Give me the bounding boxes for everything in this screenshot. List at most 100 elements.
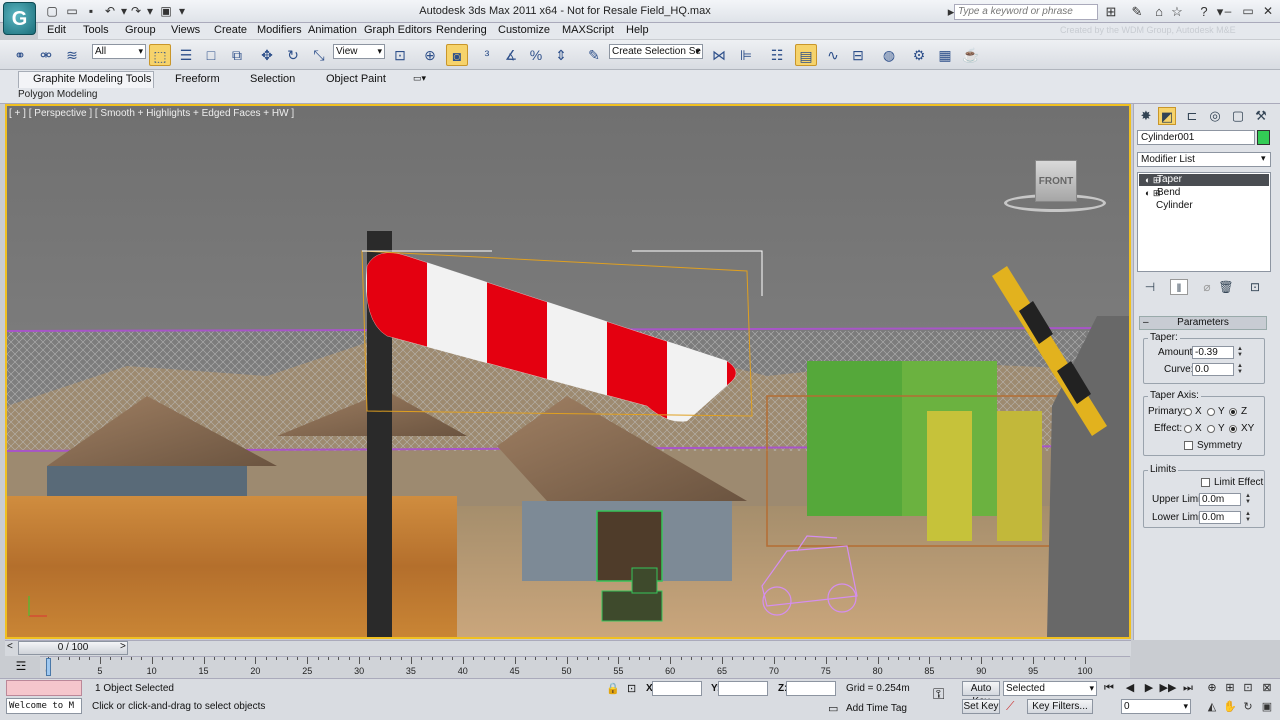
select-and-manipulate-icon[interactable]: ⊕	[419, 44, 441, 66]
stack-item-cylinder[interactable]: Cylinder	[1139, 200, 1269, 212]
tab-object-paint[interactable]: Object Paint	[326, 73, 386, 87]
pan-view-icon[interactable]: ✋	[1221, 700, 1239, 715]
menu-views[interactable]: Views	[171, 24, 200, 36]
render-setup-icon[interactable]: ⚙	[908, 44, 930, 66]
align-icon[interactable]: ⊫	[735, 44, 757, 66]
limit-effect-checkbox[interactable]	[1201, 478, 1210, 487]
y-coord-field[interactable]	[718, 681, 768, 696]
hierarchy-tab-icon[interactable]: ⊏	[1183, 107, 1201, 125]
viewcube[interactable]: FRONT	[1035, 160, 1077, 202]
maxscript-listener-output[interactable]	[6, 680, 82, 696]
menu-edit[interactable]: Edit	[47, 24, 66, 36]
utilities-tab-icon[interactable]: ⚒	[1252, 107, 1270, 125]
menu-customize[interactable]: Customize	[498, 24, 550, 36]
menu-rendering[interactable]: Rendering	[436, 24, 487, 36]
modifier-list-arrow-icon[interactable]: ▾	[1261, 153, 1266, 164]
current-frame-marker[interactable]	[46, 658, 51, 676]
layer-manager-icon[interactable]: ☷	[766, 44, 788, 66]
communication-center-icon[interactable]: ✎	[1128, 4, 1146, 20]
zoom-extents-all-icon[interactable]: ⊠	[1258, 681, 1276, 696]
time-tag-icon[interactable]: ▭	[828, 702, 838, 715]
play-icon[interactable]: ▶	[1140, 681, 1158, 696]
select-by-name-icon[interactable]: ☰	[175, 44, 197, 66]
current-frame-field[interactable]: 0	[1121, 699, 1191, 714]
maxscript-listener-input[interactable]: Welcome to M	[6, 698, 82, 714]
material-editor-icon[interactable]: ◍	[878, 44, 900, 66]
object-color-swatch[interactable]	[1257, 130, 1270, 145]
schematic-view-icon[interactable]: ⊟	[847, 44, 869, 66]
curve-spinner-arrows-icon[interactable]: ▲ ▼	[1236, 363, 1244, 376]
primary-z-radio[interactable]	[1229, 408, 1237, 416]
modify-tab-icon[interactable]: ◩	[1158, 107, 1176, 125]
curve-editor-icon[interactable]: ∿	[822, 44, 844, 66]
pivot-center-icon[interactable]: ⊡	[389, 44, 411, 66]
menu-create[interactable]: Create	[214, 24, 247, 36]
pin-stack-icon[interactable]: ⊣	[1141, 279, 1159, 295]
named-selection-sets-dropdown[interactable]: Create Selection Se	[609, 44, 703, 59]
effect-xy-radio[interactable]	[1229, 425, 1237, 433]
percent-snap-icon[interactable]: %	[525, 44, 547, 66]
selection-filter-dropdown[interactable]: All	[92, 44, 146, 59]
field-of-view-icon[interactable]: ◭	[1203, 700, 1221, 715]
menu-tools[interactable]: Tools	[83, 24, 109, 36]
object-name-field[interactable]: Cylinder001	[1137, 130, 1255, 145]
new-file-icon[interactable]: ▢	[44, 4, 60, 19]
parameters-rollout-header[interactable]: – Parameters	[1139, 316, 1267, 330]
tab-graphite-modeling-tools[interactable]: Graphite Modeling Tools	[33, 73, 151, 87]
select-and-link-icon[interactable]: ⚭	[9, 44, 31, 66]
go-to-start-icon[interactable]: ⏮	[1100, 681, 1118, 696]
angle-snap-icon[interactable]: ∡	[500, 44, 522, 66]
zoom-all-icon[interactable]: ⊞	[1221, 681, 1239, 696]
menu-maxscript[interactable]: MAXScript	[562, 24, 614, 36]
menu-group[interactable]: Group	[125, 24, 156, 36]
time-slider-thumb[interactable]: 0 / 100	[18, 641, 128, 655]
lower-limit-spinner[interactable]: 0.0m	[1199, 511, 1241, 524]
save-file-icon[interactable]: ▪	[83, 4, 99, 19]
quick-access-dropdown-icon[interactable]: ▾	[174, 4, 190, 19]
absolute-mode-icon[interactable]: ⊡	[627, 682, 636, 695]
spinner-snap-icon[interactable]: ⇕	[550, 44, 572, 66]
next-frame-icon[interactable]: ▶▶	[1159, 681, 1177, 696]
motion-tab-icon[interactable]: ◎	[1206, 107, 1224, 125]
minimize-button[interactable]: –	[1218, 2, 1238, 20]
binoculars-icon[interactable]: ⊞	[1102, 4, 1120, 20]
time-slider-next-icon[interactable]: >	[120, 641, 126, 652]
redo-dropdown-icon[interactable]: ▾	[142, 4, 158, 19]
go-to-end-icon[interactable]: ⏭	[1179, 681, 1197, 696]
select-and-scale-icon[interactable]: ⤡	[308, 44, 330, 66]
select-object-icon[interactable]: ⬚	[149, 44, 171, 66]
configure-modifier-sets-icon[interactable]: ⊡	[1246, 279, 1264, 295]
rectangular-selection-icon[interactable]: □	[200, 44, 222, 66]
remove-modifier-icon[interactable]: 🗑	[1217, 279, 1235, 295]
menu-animation[interactable]: Animation	[308, 24, 357, 36]
primary-y-radio[interactable]	[1207, 408, 1215, 416]
project-folder-icon[interactable]: ▣	[158, 4, 174, 19]
maximize-viewport-icon[interactable]: ▣	[1258, 700, 1276, 715]
key-mode-dropdown[interactable]: Selected	[1003, 681, 1097, 696]
tab-selection[interactable]: Selection	[250, 73, 295, 87]
graphite-toggle-icon[interactable]: ▤	[795, 44, 817, 66]
bind-to-space-warp-icon[interactable]: ≋	[61, 44, 83, 66]
z-coord-field[interactable]	[786, 681, 836, 696]
subscription-icon[interactable]: ⌂	[1150, 4, 1168, 20]
time-slider-track[interactable]	[5, 640, 1131, 656]
default-tangent-icon[interactable]: ⟋	[1006, 699, 1014, 714]
lightbulb-icon[interactable]: ◐ ⊞	[1145, 174, 1160, 186]
orbit-icon[interactable]: ↻	[1239, 700, 1257, 715]
polygon-modeling-panel[interactable]: Polygon Modeling	[18, 89, 98, 100]
previous-frame-icon[interactable]: ◀	[1121, 681, 1139, 696]
menu-graph-editors[interactable]: Graph Editors	[364, 24, 432, 36]
upper-limit-spinner[interactable]: 0.0m	[1199, 493, 1241, 506]
snaps-toggle-icon[interactable]: ³	[476, 44, 498, 66]
keyboard-shortcut-override-icon[interactable]: ◙	[446, 44, 468, 66]
keyword-search-input[interactable]: Type a keyword or phrase	[954, 4, 1098, 20]
make-unique-icon[interactable]: ⌀	[1198, 279, 1216, 295]
unlink-selection-icon[interactable]: ⚮	[35, 44, 57, 66]
close-button[interactable]: ✕	[1258, 2, 1278, 20]
open-file-icon[interactable]: ▭	[64, 4, 80, 19]
create-tab-icon[interactable]: ✸	[1137, 107, 1155, 125]
add-time-tag[interactable]: Add Time Tag	[846, 703, 907, 714]
ribbon-options-icon[interactable]: ▭▾	[413, 73, 426, 87]
menu-modifiers[interactable]: Modifiers	[257, 24, 302, 36]
viewport-label-menu[interactable]: [ + ] [ Perspective ] [ Smooth + Highlig…	[9, 108, 294, 119]
